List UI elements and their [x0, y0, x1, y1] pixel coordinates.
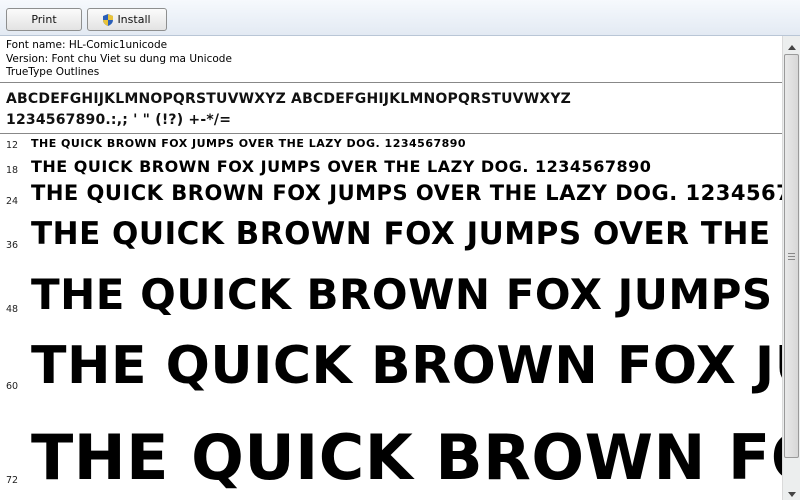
sample-text-60: THE QUICK BROWN FOX JUMPS OVER THE LAZY …	[31, 336, 782, 396]
scroll-down-button[interactable]	[783, 483, 800, 500]
sample-text-12: THE QUICK BROWN FOX JUMPS OVER THE LAZY …	[31, 137, 467, 150]
arrow-up-icon	[787, 35, 796, 54]
arrow-down-icon	[787, 482, 796, 501]
font-outline-type: TrueType Outlines	[6, 66, 100, 78]
divider	[0, 133, 782, 134]
grip-line	[788, 253, 795, 254]
size-label-24: 24	[6, 196, 19, 207]
vertical-scrollbar[interactable]	[782, 36, 800, 500]
size-label-60: 60	[6, 381, 19, 392]
sample-text-72: THE QUICK BROWN FOX JUMPS OVER THE LAZY …	[31, 421, 782, 494]
install-button-label: Install	[117, 13, 151, 26]
divider	[0, 82, 782, 83]
uac-shield-icon	[103, 13, 114, 26]
print-button-label: Print	[31, 13, 57, 26]
toolbar: Print Install	[0, 0, 800, 36]
size-label-12: 12	[6, 140, 19, 151]
font-preview-pane: Font name: HL-Comic1unicode Version: Fon…	[0, 36, 782, 500]
sample-text-24: THE QUICK BROWN FOX JUMPS OVER THE LAZY …	[31, 181, 782, 205]
font-name: Font name: HL-Comic1unicode	[6, 39, 168, 51]
install-button[interactable]: Install	[87, 8, 167, 31]
scroll-thumb[interactable]	[784, 54, 799, 458]
sample-text-18: THE QUICK BROWN FOX JUMPS OVER THE LAZY …	[31, 157, 652, 176]
font-info: Font name: HL-Comic1unicode Version: Fon…	[6, 39, 232, 80]
charset-digits-symbols: 1234567890.:,; ' " (!?) +-*/=	[6, 112, 232, 128]
size-label-48: 48	[6, 304, 19, 315]
size-label-72: 72	[6, 475, 19, 486]
size-label-18: 18	[6, 165, 19, 176]
print-button[interactable]: Print	[6, 8, 82, 31]
grip-line	[788, 259, 795, 260]
scroll-up-button[interactable]	[783, 36, 800, 53]
font-version: Version: Font chu Viet su dung ma Unicod…	[6, 52, 232, 65]
charset-letters: ABCDEFGHIJKLMNOPQRSTUVWXYZ ABCDEFGHIJKLM…	[6, 91, 572, 107]
grip-line	[788, 256, 795, 257]
size-label-36: 36	[6, 240, 19, 251]
sample-text-36: THE QUICK BROWN FOX JUMPS OVER THE LAZY …	[31, 216, 782, 252]
sample-text-48: THE QUICK BROWN FOX JUMPS OVER THE LAZY …	[31, 270, 782, 319]
